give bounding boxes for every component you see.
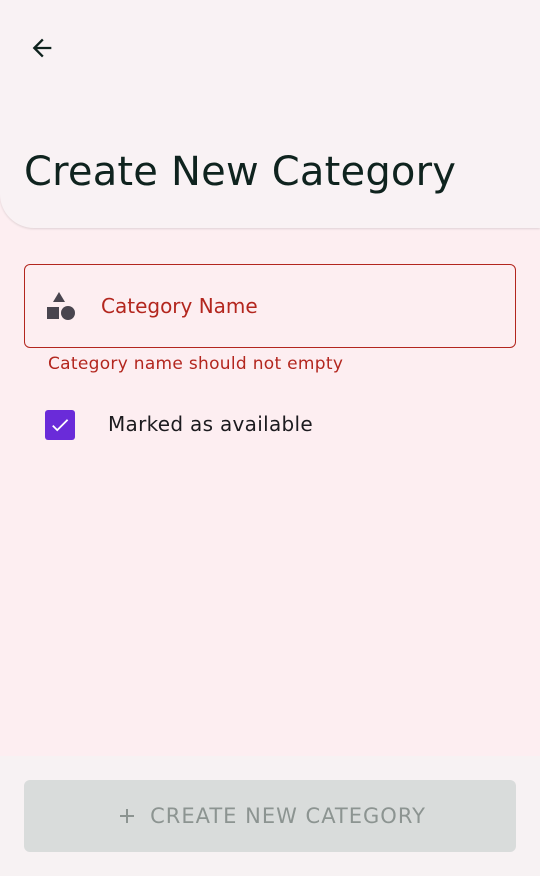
category-shapes-icon [47, 292, 75, 320]
plus-icon [114, 803, 140, 829]
create-category-screen: Create New Category Category name should… [0, 0, 540, 876]
back-button[interactable] [18, 24, 66, 72]
create-category-button[interactable]: CREATE NEW CATEGORY [24, 780, 516, 852]
check-icon [52, 419, 69, 432]
create-category-button-label: CREATE NEW CATEGORY [150, 804, 426, 828]
category-name-error: Category name should not empty [48, 354, 344, 374]
category-name-input[interactable] [101, 285, 491, 327]
page-title: Create New Category [24, 149, 457, 195]
top-app-bar: Create New Category [0, 0, 540, 228]
available-checkbox-label: Marked as available [108, 412, 313, 436]
bottom-action-bar: CREATE NEW CATEGORY [0, 756, 540, 876]
category-name-field[interactable] [24, 264, 516, 348]
available-checkbox-row[interactable]: Marked as available [24, 400, 424, 448]
arrow-back-icon [32, 38, 52, 58]
available-checkbox[interactable] [45, 410, 75, 440]
